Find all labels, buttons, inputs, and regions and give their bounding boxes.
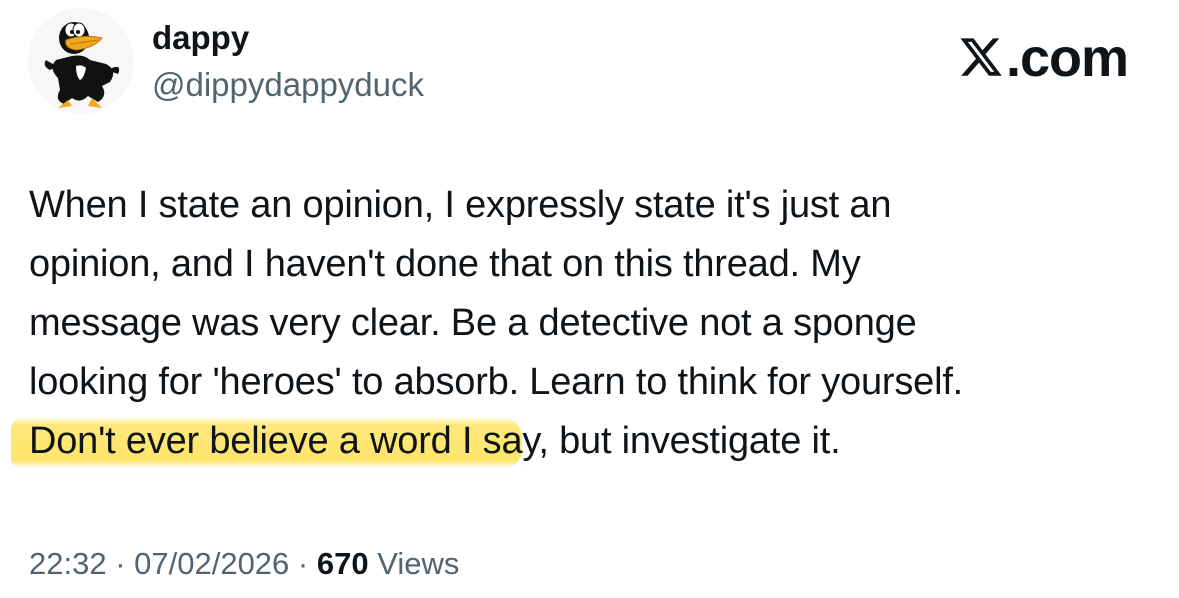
x-logo-icon xyxy=(958,32,1004,92)
tweet-line: message was very clear. Be a detective n… xyxy=(29,302,917,344)
cartoon-duck-avatar-icon xyxy=(44,22,120,108)
highlighted-text: Don't ever believe a word I sa xyxy=(11,416,523,468)
brand-watermark: .com xyxy=(958,28,1129,92)
views-label: Views xyxy=(368,546,460,581)
tweet-time[interactable]: 22:32 xyxy=(29,546,107,581)
meta-separator: · xyxy=(289,546,317,581)
brand-text: .com xyxy=(1005,28,1129,88)
tweet-line: When I state an opinion, I expressly sta… xyxy=(29,184,892,226)
tweet-date[interactable]: 07/02/2026 xyxy=(134,546,289,581)
display-name[interactable]: dappy xyxy=(152,16,249,60)
tweet-meta: 22:32 · 07/02/2026 · 670 Views xyxy=(29,544,459,584)
trailing-text: y, but investigate it. xyxy=(522,420,841,462)
tweet-line: looking for 'heroes' to absorb. Learn to… xyxy=(29,361,964,403)
user-handle[interactable]: @dippydappyduck xyxy=(152,65,424,105)
tweet-line: opinion, and I haven't done that on this… xyxy=(29,243,861,285)
avatar[interactable] xyxy=(28,8,134,114)
meta-separator: · xyxy=(106,546,135,581)
tweet-line: Don't ever believe a word I say, but inv… xyxy=(11,412,1139,471)
views-count: 670 xyxy=(316,546,369,581)
tweet-text: When I state an opinion, I expressly sta… xyxy=(11,176,1139,471)
